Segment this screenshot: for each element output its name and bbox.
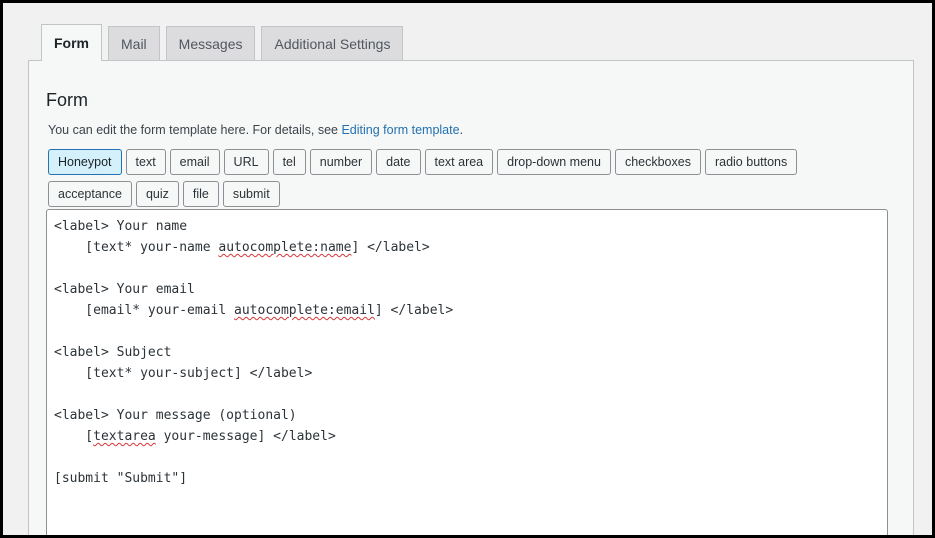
honeypot-button[interactable]: Honeypot bbox=[48, 149, 122, 175]
acceptance-button[interactable]: acceptance bbox=[48, 181, 132, 207]
submit-button[interactable]: submit bbox=[222, 181, 280, 207]
text-area-button[interactable]: text area bbox=[424, 149, 494, 175]
email-button[interactable]: email bbox=[169, 149, 220, 175]
editor-line: <label> Your name bbox=[54, 219, 188, 234]
window-frame: Form Mail Messages Additional Settings F… bbox=[0, 0, 935, 538]
tag-row-1: Honeypot text email URL tel number date … bbox=[48, 149, 848, 175]
spellcheck-word: textarea bbox=[93, 429, 156, 444]
tag-row-2: acceptance quiz file submit bbox=[48, 181, 848, 207]
panel-description: You can edit the form template here. For… bbox=[48, 123, 463, 137]
description-text: You can edit the form template here. For… bbox=[48, 123, 342, 137]
editor-line: [ bbox=[54, 429, 94, 444]
spellcheck-word: autocomplete:email bbox=[234, 303, 375, 318]
text-button[interactable]: text bbox=[125, 149, 166, 175]
form-template-editor[interactable]: <label> Your name [text* your-name autoc… bbox=[46, 209, 888, 535]
editor-line: [text* your-subject] </label> bbox=[54, 366, 313, 381]
editor-line: ] </label> bbox=[374, 303, 454, 318]
editor-line: [text* your-name bbox=[54, 240, 219, 255]
editor-line: [email* your-email bbox=[54, 303, 235, 318]
radio-buttons-button[interactable]: radio buttons bbox=[704, 149, 798, 175]
date-button[interactable]: date bbox=[376, 149, 421, 175]
panel-title: Form bbox=[46, 90, 88, 110]
editor-line: <label> Your message (optional) bbox=[54, 408, 297, 423]
editor-line: your-message] </label> bbox=[155, 429, 336, 444]
number-button[interactable]: number bbox=[309, 149, 373, 175]
editing-form-template-link[interactable]: Editing form template bbox=[341, 123, 459, 137]
spellcheck-word: autocomplete:name bbox=[218, 240, 352, 255]
tab-bar: Form Mail Messages Additional Settings bbox=[41, 24, 404, 61]
checkboxes-button[interactable]: checkboxes bbox=[614, 149, 701, 175]
form-panel: Form You can edit the form template here… bbox=[28, 60, 914, 535]
editor-line: <label> Your email bbox=[54, 282, 195, 297]
tab-form[interactable]: Form bbox=[41, 24, 102, 61]
drop-down-menu-button[interactable]: drop-down menu bbox=[497, 149, 611, 175]
tel-button[interactable]: tel bbox=[272, 149, 306, 175]
tab-messages[interactable]: Messages bbox=[165, 26, 256, 61]
quiz-button[interactable]: quiz bbox=[135, 181, 179, 207]
editor-line: <label> Subject bbox=[54, 345, 172, 360]
tab-mail[interactable]: Mail bbox=[108, 26, 160, 61]
file-button[interactable]: file bbox=[182, 181, 219, 207]
description-end: . bbox=[459, 123, 464, 137]
editor-line: [submit "Submit"] bbox=[54, 471, 188, 486]
tag-generator-buttons: Honeypot text email URL tel number date … bbox=[48, 149, 848, 213]
url-button[interactable]: URL bbox=[223, 149, 269, 175]
tab-additional-settings[interactable]: Additional Settings bbox=[261, 26, 404, 61]
editor-line: ] </label> bbox=[351, 240, 430, 255]
